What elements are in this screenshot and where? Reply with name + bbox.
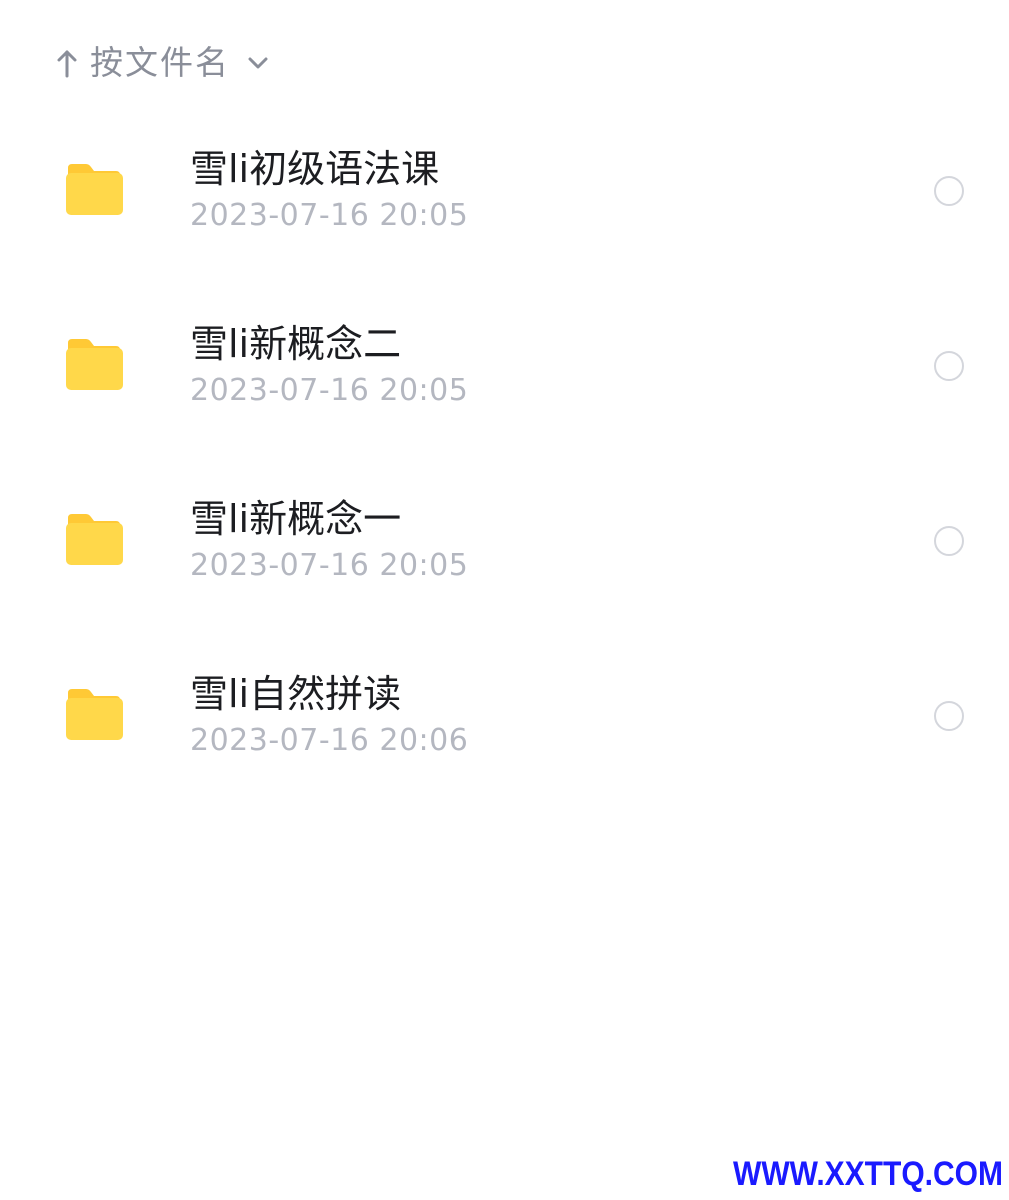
chevron-down-icon <box>246 51 270 75</box>
list-item[interactable]: 雪li自然拼读 2023-07-16 20:06 <box>0 627 1009 802</box>
sort-by-name-button[interactable]: 按文件名 <box>54 40 270 86</box>
arrow-up-icon <box>54 47 80 79</box>
list-item[interactable]: 雪li新概念一 2023-07-16 20:05 <box>0 452 1009 627</box>
sort-label: 按文件名 <box>90 43 230 82</box>
watermark: WWW.XXTTQ.COM <box>733 1154 1003 1193</box>
file-date: 2023-07-16 20:05 <box>190 548 469 583</box>
file-date: 2023-07-16 20:06 <box>190 723 469 758</box>
folder-icon <box>64 689 124 741</box>
file-date: 2023-07-16 20:05 <box>190 373 469 408</box>
list-item[interactable]: 雪li新概念二 2023-07-16 20:05 <box>0 277 1009 452</box>
select-checkbox[interactable] <box>934 176 964 206</box>
select-checkbox[interactable] <box>934 701 964 731</box>
select-checkbox[interactable] <box>934 351 964 381</box>
file-date: 2023-07-16 20:05 <box>190 198 469 233</box>
select-checkbox[interactable] <box>934 526 964 556</box>
file-name: 雪li新概念二 <box>190 322 402 366</box>
file-list: 雪li初级语法课 2023-07-16 20:05 雪li新概念二 2023-0… <box>0 102 1009 802</box>
file-name: 雪li自然拼读 <box>190 672 402 716</box>
list-item[interactable]: 雪li初级语法课 2023-07-16 20:05 <box>0 102 1009 277</box>
folder-icon <box>64 164 124 216</box>
file-name: 雪li初级语法课 <box>190 147 440 191</box>
folder-icon <box>64 339 124 391</box>
file-name: 雪li新概念一 <box>190 497 402 541</box>
folder-icon <box>64 514 124 566</box>
